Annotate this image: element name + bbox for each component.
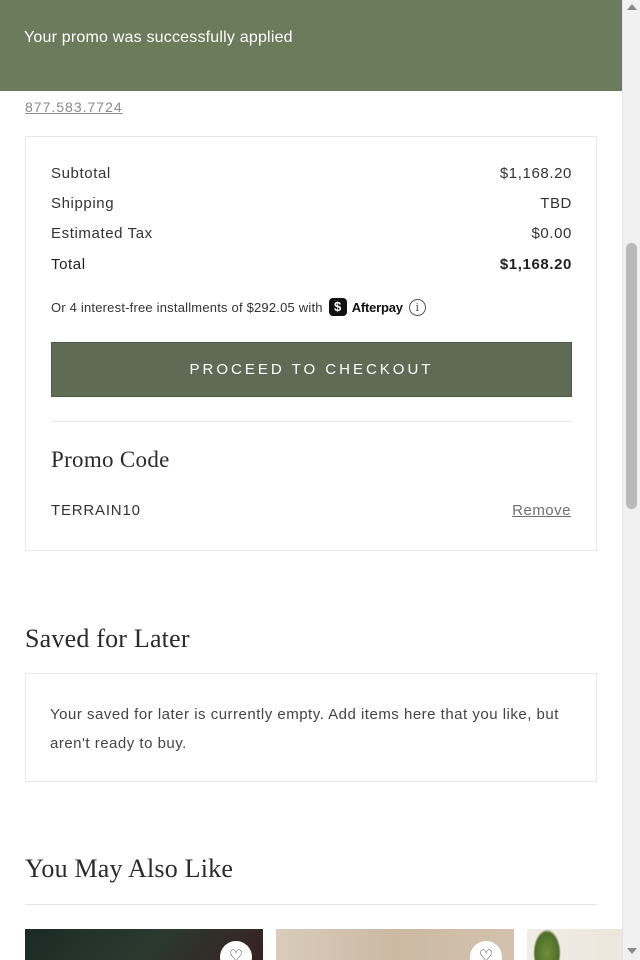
scroll-down-arrow-icon[interactable] (627, 948, 637, 954)
product-card[interactable] (527, 929, 622, 960)
toast-message: Your promo was successfully applied (24, 29, 293, 46)
tax-value: $0.00 (531, 225, 572, 242)
saved-for-later-box: Your saved for later is currently empty.… (25, 673, 597, 782)
recommendations-divider (25, 904, 597, 905)
promo-success-toast: Your promo was successfully applied (0, 0, 622, 91)
remove-promo-link[interactable]: Remove (512, 502, 571, 519)
total-label: Total (51, 256, 86, 273)
afterpay-text: Or 4 interest-free installments of $292.… (51, 299, 323, 315)
saved-for-later-title: Saved for Later (25, 624, 190, 653)
summary-divider (51, 421, 572, 422)
info-icon[interactable]: i (408, 298, 426, 316)
total-value: $1,168.20 (499, 256, 572, 273)
plant-image (533, 929, 561, 960)
shipping-label: Shipping (51, 195, 115, 212)
applied-promo-code: TERRAIN10 (51, 502, 141, 519)
scroll-up-arrow-icon[interactable] (627, 4, 637, 10)
afterpay-installments: Or 4 interest-free installments of $292.… (51, 298, 426, 316)
product-card[interactable]: ♡ (276, 929, 514, 960)
page-viewport: Your promo was successfully applied 877.… (0, 0, 622, 960)
scrollbar-thumb[interactable] (626, 243, 637, 509)
saved-for-later-empty-message: Your saved for later is currently empty.… (50, 706, 559, 752)
heart-icon[interactable]: ♡ (470, 941, 502, 960)
promo-code-title: Promo Code (51, 447, 170, 472)
subtotal-label: Subtotal (51, 165, 111, 182)
proceed-to-checkout-button[interactable]: PROCEED TO CHECKOUT (51, 342, 572, 397)
you-may-also-like-title: You May Also Like (25, 854, 234, 883)
product-card[interactable]: ♡ (25, 929, 263, 960)
order-summary: Subtotal $1,168.20 Shipping TBD Estimate… (25, 136, 597, 551)
afterpay-brand: Afterpay (351, 299, 403, 315)
subtotal-value: $1,168.20 (499, 165, 572, 182)
heart-icon[interactable]: ♡ (220, 941, 252, 960)
phone-link[interactable]: 877.583.7724 (25, 99, 123, 115)
shipping-value: TBD (540, 195, 572, 212)
afterpay-logo-icon: $ (328, 298, 347, 316)
scrollbar[interactable] (622, 0, 640, 960)
tax-label: Estimated Tax (51, 225, 153, 242)
